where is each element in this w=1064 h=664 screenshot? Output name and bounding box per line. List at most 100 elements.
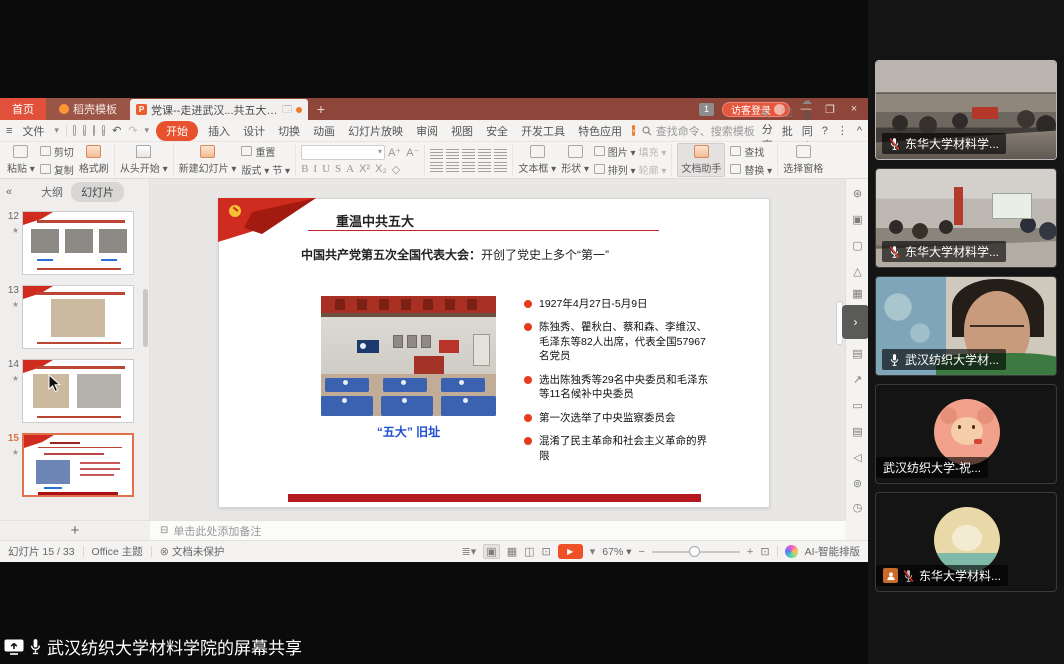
cut-button[interactable]: 剪切 [40,144,74,159]
picture-button[interactable]: 图片 ▾ [594,144,636,159]
font-shrink-button[interactable]: A⁻ [406,146,419,159]
menu-tab-slideshow[interactable]: 幻灯片放映 [345,121,406,141]
participant-tile-1[interactable]: 东华大学材料学... [875,60,1057,160]
menu-tab-home[interactable]: 开始 [156,121,198,141]
slide-editor-area[interactable]: 重温中共五大 中国共产党第五次全国代表大会：开创了党史上多个“第一” [150,179,845,520]
ai-layout-button[interactable]: AI-智能排版 [805,544,860,559]
slide-thumbnail-14[interactable]: 14★ [4,359,144,429]
slide-thumbnail-12[interactable]: 12★ [4,211,144,281]
align-left-icon[interactable] [430,162,443,172]
font-family-select[interactable] [301,145,385,160]
menu-file[interactable]: 文件 [19,121,47,141]
align-right-icon[interactable] [462,162,475,172]
tab-outline[interactable]: 大纲 [41,184,63,200]
slide-thumbnail-15-selected[interactable]: 15★ [4,433,144,503]
slide-canvas[interactable]: 重温中共五大 中国共产党第五次全国代表大会：开创了党史上多个“第一” [218,198,770,508]
export-tool-icon[interactable]: ↗ [846,373,869,386]
participant-tile-2[interactable]: 东华大学材料学... [875,168,1057,268]
indent-decrease-icon[interactable] [462,149,475,159]
print-icon[interactable] [93,125,96,136]
export-icon[interactable] [83,125,86,136]
zoom-slider[interactable] [652,551,740,553]
media-tool-icon[interactable]: ▤ [846,425,869,438]
bullet-list-icon[interactable] [430,149,443,159]
coin-tool-icon[interactable]: ⊚ [846,477,869,490]
superscript-button[interactable]: X² [359,163,370,175]
participant-tile-3[interactable]: 武汉纺织大学材... [875,276,1057,376]
bold-button[interactable]: B [301,163,308,175]
subscript-button[interactable]: X₂ [375,163,387,175]
doc-assistant-button[interactable]: 文档助手 [677,143,725,177]
undo-icon[interactable]: ↶ [112,124,121,137]
history-tool-icon[interactable]: ◷ [846,501,869,514]
menu-tab-devtools[interactable]: 开发工具 [518,121,568,141]
selection-pane-button[interactable]: 选择窗格 [783,145,823,175]
participant-tile-5[interactable]: 东华大学材料... [875,492,1057,592]
tab-docer[interactable]: 稻壳模板 [46,98,130,120]
collapse-panel-button[interactable]: « [6,186,12,198]
fit-slide-button[interactable]: ⊡ [760,545,769,558]
tab-home[interactable]: 首页 [0,98,46,120]
underline-button[interactable]: U [322,163,330,175]
protection-status[interactable]: ⊗ 文档未保护 [160,544,225,559]
reading-view-icon[interactable]: ◫ [524,545,534,558]
zoom-in-button[interactable]: + [747,546,753,558]
notes-bar[interactable]: ⊟ 单击此处添加备注 [150,520,845,540]
play-slideshow-button[interactable]: ▶ [558,544,583,559]
slide-thumbnail-13[interactable]: 13★ [4,285,144,355]
theme-name[interactable]: Office 主题 [92,544,143,559]
format-painter-button[interactable]: 格式刷 [79,145,109,175]
replace-button[interactable]: 替换 ▾ [730,162,772,177]
audio-tool-icon[interactable]: ◁ [846,451,869,464]
redo-icon[interactable]: ↷ [128,124,137,137]
strikethrough-button[interactable]: S [335,163,341,175]
italic-button[interactable]: I [313,163,317,175]
grid-tool-icon[interactable]: ▦ [846,287,869,300]
zoom-out-button[interactable]: − [638,546,644,558]
zoom-slider-knob[interactable] [689,546,700,557]
menu-tab-security[interactable]: 安全 [483,121,511,141]
normal-view-icon[interactable]: ▣ [483,544,499,559]
new-tab-button[interactable]: + [308,98,334,120]
collapse-ribbon-icon[interactable]: ^ [857,125,862,137]
expand-panel-handle[interactable]: › [842,305,869,339]
menu-tab-review[interactable]: 审阅 [413,121,441,141]
layout-button[interactable]: 版式 ▾ [241,162,269,177]
command-search[interactable]: 查找命令、搜索模板 [642,123,755,139]
image-tool-icon[interactable]: ▤ [846,347,869,360]
indent-increase-icon[interactable] [478,149,491,159]
tab-slides[interactable]: 幻灯片 [71,182,124,202]
save-icon[interactable] [73,125,76,136]
zoom-level[interactable]: 67% ▾ [602,546,631,558]
copy-button[interactable]: 复制 [40,162,74,177]
notification-badge[interactable]: 1 [699,103,714,116]
paste-button[interactable]: 粘贴 ▾ [7,145,35,175]
clear-format-icon[interactable]: ◇ [392,163,400,176]
more-menu-icon[interactable]: ⋮ [837,124,848,137]
font-color-button[interactable]: A [346,163,354,175]
align-center-icon[interactable] [446,162,459,172]
play-from-start-button[interactable]: 从头开始 ▾ [120,145,168,175]
new-slide-button[interactable]: 新建幻灯片 ▾ [179,145,237,175]
card-tool-icon[interactable]: ▭ [846,399,869,412]
reset-button[interactable]: 重置 [241,144,290,159]
outline-button[interactable]: 轮廓 ▾ [639,162,667,177]
play-options-icon[interactable]: ▾ [590,545,596,558]
panel-scrollbar-thumb[interactable] [143,289,148,347]
slide-sorter-icon[interactable]: ▦ [507,545,517,558]
fill-button[interactable]: 填充 ▾ [639,144,667,159]
menu-tab-design[interactable]: 设计 [240,121,268,141]
hamburger-icon[interactable]: ≡ [6,125,12,137]
menu-tab-transition[interactable]: 切换 [275,121,303,141]
line-spacing-icon[interactable] [494,162,507,172]
textbox-button[interactable]: 文本框 ▾ [518,145,556,175]
print-preview-icon[interactable] [102,125,105,136]
menu-tab-insert[interactable]: 插入 [205,121,233,141]
section-button[interactable]: 节 ▾ [272,162,290,177]
shapes-tool-icon[interactable]: ▢ [846,239,869,252]
tab-document-active[interactable]: P 党课--走进武汉...共五大-0619 🗔 [130,99,308,120]
participant-tile-4[interactable]: 武汉纺织大学-祝... [875,384,1057,484]
arrange-button[interactable]: 排列 ▾ [594,162,636,177]
help-button[interactable]: ? [822,125,828,137]
find-button[interactable]: 查找 [730,144,772,159]
